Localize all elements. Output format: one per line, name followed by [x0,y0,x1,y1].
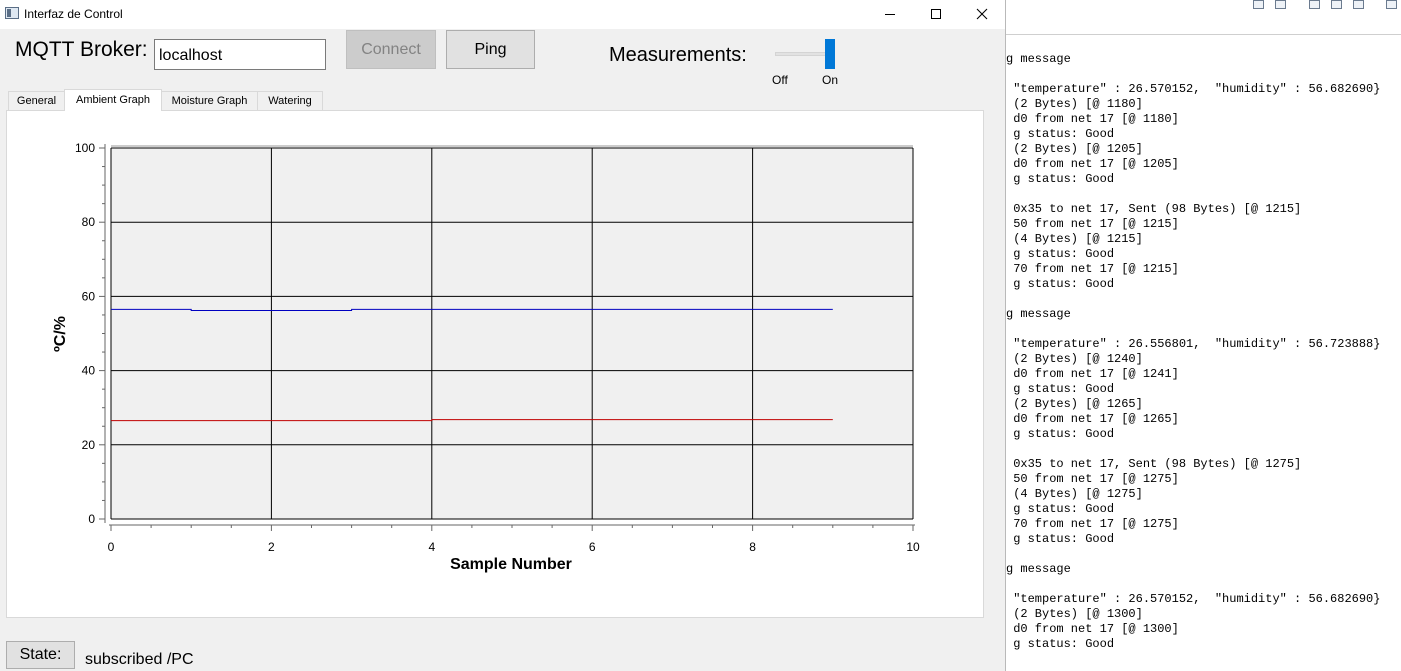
toggle-on-label: On [822,73,839,87]
scroll-lock-icon[interactable] [1309,0,1320,9]
tab-watering[interactable]: Watering [257,91,323,110]
close-button[interactable] [959,0,1005,29]
connect-button[interactable]: Connect [346,30,436,69]
tab-moisture-graph[interactable]: Moisture Graph [161,91,258,110]
toggle-off-label: Off [772,73,788,87]
tab-general[interactable]: General [8,91,65,110]
disconnect-icon[interactable] [1275,0,1286,9]
state-button[interactable]: State: [6,641,75,669]
x-tick-label: 10 [906,540,920,554]
tab-ambient-graph[interactable]: Ambient Graph [64,89,162,111]
ping-button[interactable]: Ping [446,30,535,69]
title-bar[interactable]: Interfaz de Control [0,0,1005,29]
x-axis-label: Sample Number [450,556,572,573]
y-tick-label: 60 [82,289,96,303]
measurements-toggle-handle[interactable] [825,39,835,69]
y-axis-label: ºC/% [52,316,69,352]
app-icon [5,7,19,19]
measurements-label: Measurements: [609,44,747,66]
y-tick-label: 100 [75,141,95,155]
x-tick-label: 8 [749,540,756,554]
y-tick-label: 40 [82,364,96,378]
maximize-button[interactable] [913,0,959,29]
ambient-chart: 0 2 4 6 8 10020406080100 Sample Number ºC/% [52,141,920,573]
view-menu-icon[interactable] [1386,0,1397,9]
y-tick-label: 0 [88,512,95,526]
display-icon[interactable] [1253,0,1264,9]
y-tick-label: 20 [82,438,96,452]
window-title: Interfaz de Control [24,7,123,21]
clear-console-icon[interactable] [1331,0,1342,9]
ambient-graph-panel: 0 2 4 6 8 10 0 20 40 60 80 100 Sample Number ºC/% [6,110,984,618]
close-icon [976,8,988,20]
state-text: subscribed /PC [85,651,194,668]
broker-input[interactable] [154,39,326,70]
console-output: g message "temperature" : 26.570152, "hu… [1006,52,1381,651]
minimize-icon [885,14,895,15]
pin-console-icon[interactable] [1353,0,1364,9]
maximize-icon [931,9,941,19]
x-tick-label: 2 [268,540,275,554]
x-tick-label: 0 [108,540,115,554]
plot-area [111,148,913,519]
x-tick-label: 6 [589,540,596,554]
x-tick-label: 4 [428,540,435,554]
minimize-button[interactable] [867,0,913,29]
background-console-window: g message "temperature" : 26.570152, "hu… [1006,0,1401,671]
y-tick-label: 80 [82,215,96,229]
main-window: Interfaz de Control MQTT Broker: Connect… [0,0,1006,671]
console-toolbar [1006,0,1401,35]
broker-label: MQTT Broker: [15,38,148,61]
